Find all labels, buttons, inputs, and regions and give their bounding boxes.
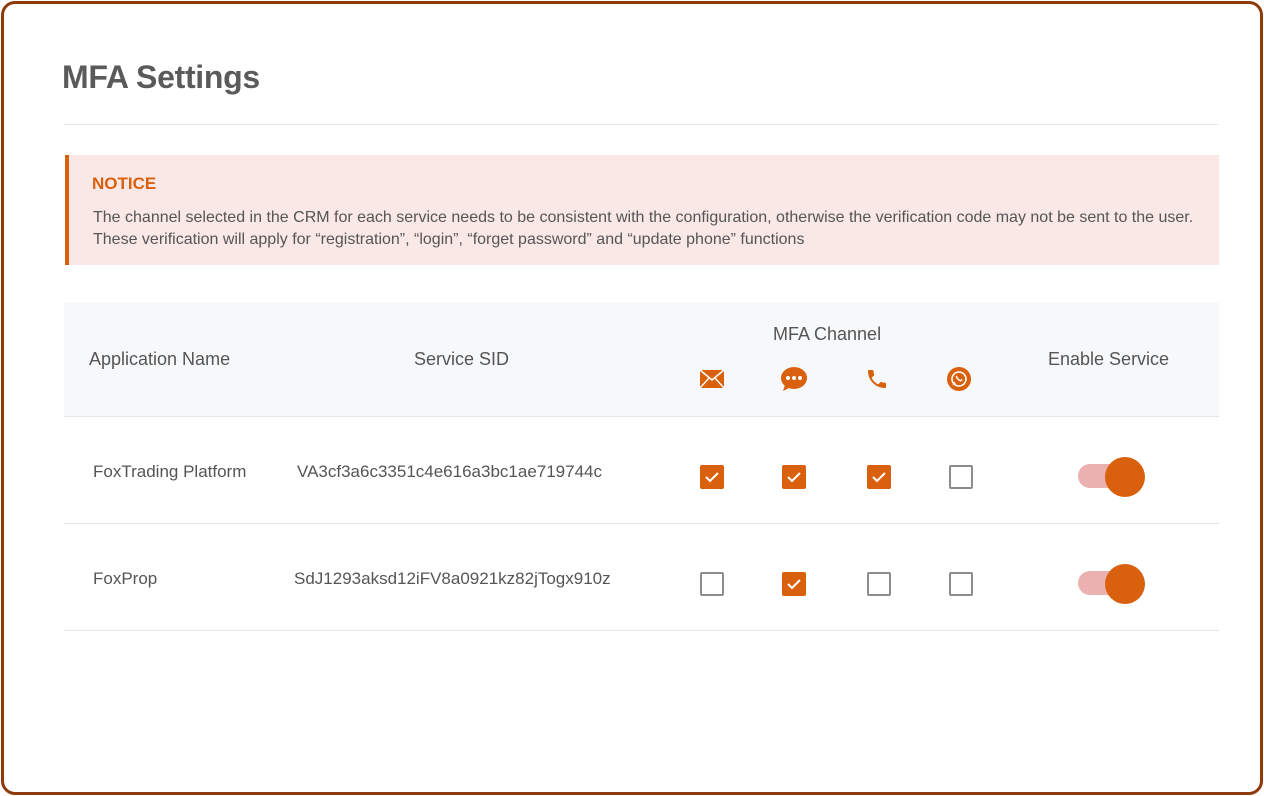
enable-service-toggle[interactable] xyxy=(1078,564,1146,604)
envelope-icon xyxy=(698,365,726,393)
title-divider xyxy=(64,124,1219,125)
voice-channel-checkbox[interactable] xyxy=(867,572,891,596)
email-channel-checkbox[interactable] xyxy=(700,465,724,489)
whatsapp-icon xyxy=(945,365,973,393)
settings-panel: MFA Settings NOTICE The channel selected… xyxy=(1,1,1263,795)
application-name-cell: FoxProp xyxy=(93,569,158,588)
voice-channel-checkbox[interactable] xyxy=(867,465,891,489)
notice-text: The channel selected in the CRM for each… xyxy=(93,209,1194,248)
enable-service-toggle[interactable] xyxy=(1078,457,1146,497)
table-row: FoxTrading Platform VA3cf3a6c3351c4e616a… xyxy=(64,417,1219,524)
service-sid-cell: VA3cf3a6c3351c4e616a3bc1ae719744c xyxy=(297,462,603,481)
whatsapp-channel-checkbox[interactable] xyxy=(949,465,973,489)
checkmark-icon xyxy=(872,472,886,483)
sms-channel-checkbox[interactable] xyxy=(782,465,806,489)
column-header-enable-service: Enable Service xyxy=(1048,349,1170,369)
notice-banner: NOTICE The channel selected in the CRM f… xyxy=(65,155,1219,265)
checkmark-icon xyxy=(705,472,719,483)
toggle-knob xyxy=(1105,457,1145,497)
phone-icon xyxy=(863,365,891,393)
table-header: Application Name Service SID MFA Channel… xyxy=(64,302,1219,417)
application-name-cell: FoxTrading Platform xyxy=(93,462,247,481)
notice-title: NOTICE xyxy=(92,174,157,193)
sms-channel-checkbox[interactable] xyxy=(782,572,806,596)
checkmark-icon xyxy=(787,472,801,483)
column-header-mfa-channel: MFA Channel xyxy=(773,324,882,344)
email-channel-checkbox[interactable] xyxy=(700,572,724,596)
column-header-service-sid: Service SID xyxy=(414,349,510,369)
page-title: MFA Settings xyxy=(62,59,260,95)
column-header-application-name: Application Name xyxy=(89,349,231,369)
service-sid-cell: SdJ1293aksd12iFV8a0921kz82jTogx910z xyxy=(294,569,611,588)
toggle-knob xyxy=(1105,564,1145,604)
table-row: FoxProp SdJ1293aksd12iFV8a0921kz82jTogx9… xyxy=(64,524,1219,631)
chat-bubble-icon xyxy=(780,365,808,393)
checkmark-icon xyxy=(787,579,801,590)
whatsapp-channel-checkbox[interactable] xyxy=(949,572,973,596)
